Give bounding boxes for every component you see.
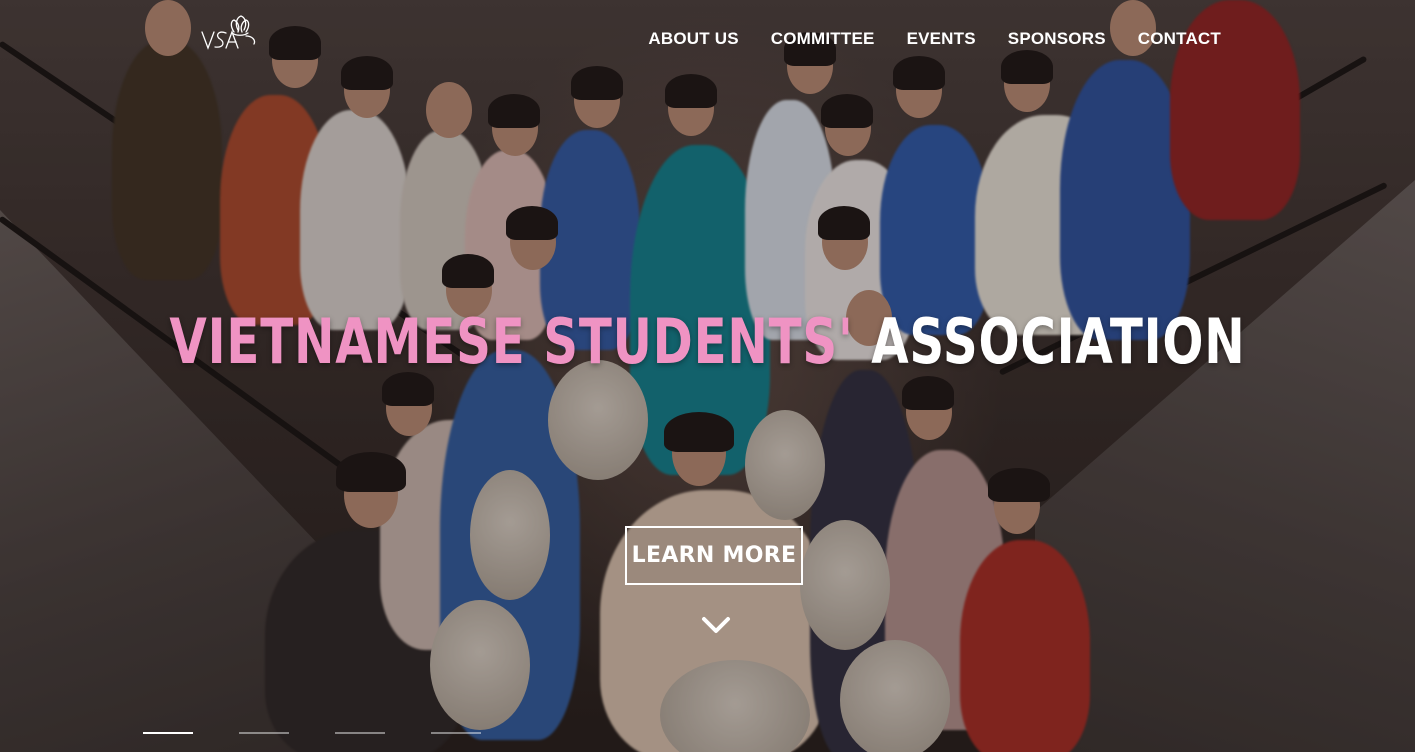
- slide-indicator-2[interactable]: [239, 732, 289, 734]
- nav-contact[interactable]: CONTACT: [1138, 29, 1221, 49]
- nav-events[interactable]: EVENTS: [907, 29, 976, 49]
- nav-committee[interactable]: COMMITTEE: [771, 29, 875, 49]
- learn-more-button[interactable]: LEARN MORE: [625, 526, 803, 585]
- main-nav: ABOUT US COMMITTEE EVENTS SPONSORS CONTA…: [648, 29, 1221, 49]
- hero-section: ABOUT US COMMITTEE EVENTS SPONSORS CONTA…: [0, 0, 1415, 752]
- nav-about-us[interactable]: ABOUT US: [648, 29, 738, 49]
- slide-indicator-3[interactable]: [335, 732, 385, 734]
- hero-title-main: ASSOCIATION: [871, 305, 1246, 378]
- slide-indicator-1[interactable]: [143, 732, 193, 734]
- slide-indicators: [143, 732, 481, 734]
- vsa-lotus-logo[interactable]: [198, 14, 260, 56]
- hero-title: VIETNAMESE STUDENTS' ASSOCIATION: [156, 300, 1260, 384]
- hero-title-accent: VIETNAMESE STUDENTS': [169, 305, 854, 378]
- slide-indicator-4[interactable]: [431, 732, 481, 734]
- chevron-down-icon[interactable]: [700, 614, 732, 636]
- nav-sponsors[interactable]: SPONSORS: [1008, 29, 1106, 49]
